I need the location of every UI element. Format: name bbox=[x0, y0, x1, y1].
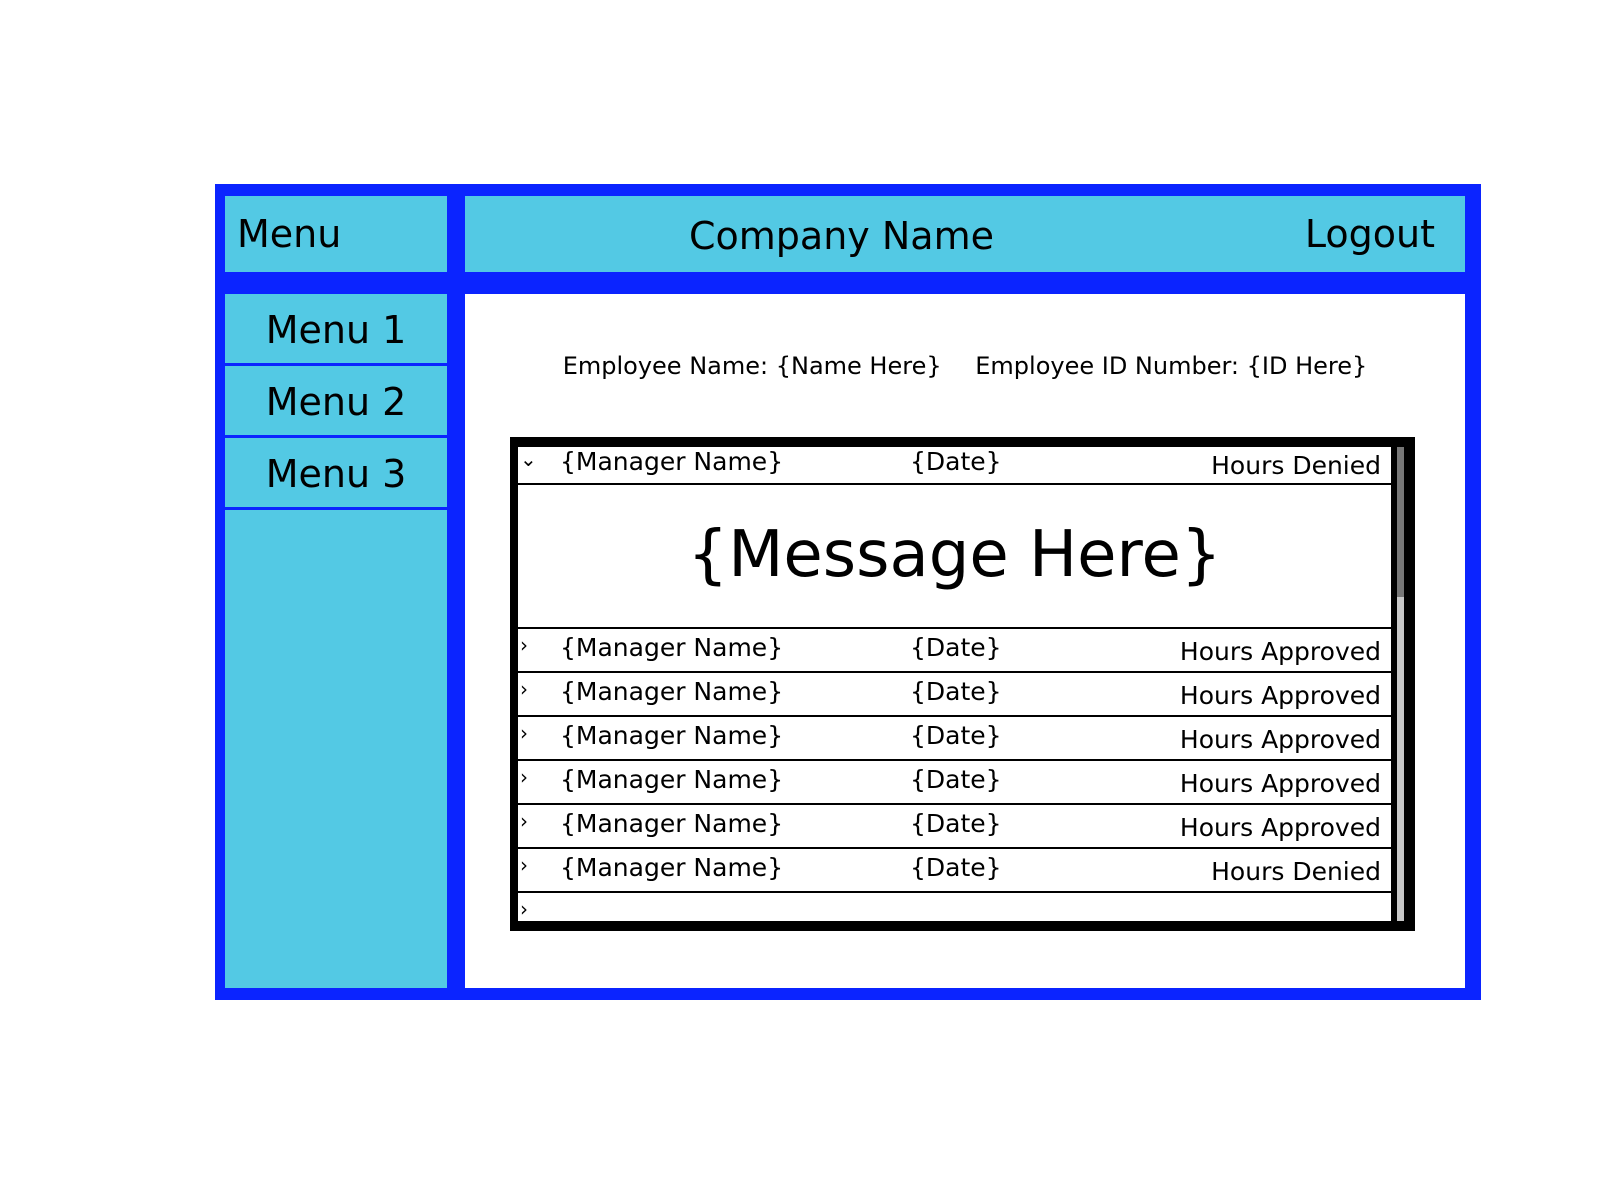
manager-name: {Manager Name} bbox=[560, 721, 784, 750]
chevron-right-icon[interactable]: › bbox=[520, 677, 528, 701]
status-text: Hours Approved bbox=[1179, 769, 1381, 798]
scrollbar[interactable] bbox=[1397, 447, 1404, 921]
manager-name: {Manager Name} bbox=[560, 677, 784, 706]
logout-button[interactable]: Logout bbox=[1305, 196, 1435, 272]
status-text: Hours Approved bbox=[1179, 637, 1381, 666]
employee-info: Employee Name: {Name Here} Employee ID N… bbox=[465, 352, 1465, 380]
list-item[interactable]: ⌄ {Manager Name} {Date} Hours Denied bbox=[518, 447, 1391, 485]
chevron-right-icon[interactable]: › bbox=[520, 853, 528, 877]
app-frame: Menu Menu 1 Menu 2 Menu 3 Company Name L… bbox=[215, 184, 1481, 1000]
main-content: Employee Name: {Name Here} Employee ID N… bbox=[465, 294, 1465, 988]
status-text: Hours Approved bbox=[1179, 681, 1381, 710]
chevron-right-icon[interactable]: › bbox=[520, 897, 528, 921]
scrollbar-thumb[interactable] bbox=[1397, 447, 1404, 597]
employee-name: Employee Name: {Name Here} bbox=[562, 352, 942, 380]
top-bar: Company Name Logout bbox=[465, 196, 1465, 272]
chevron-right-icon[interactable]: › bbox=[520, 633, 528, 657]
chevron-right-icon[interactable]: › bbox=[520, 721, 528, 745]
chevron-right-icon[interactable]: › bbox=[520, 809, 528, 833]
status-text: Hours Denied bbox=[1211, 857, 1381, 886]
request-date: {Date} bbox=[910, 447, 1002, 476]
manager-name: {Manager Name} bbox=[560, 809, 784, 838]
list-item[interactable]: › {Manager Name} {Date} Hours Approved bbox=[518, 673, 1391, 717]
chevron-right-icon[interactable]: › bbox=[520, 765, 528, 789]
list-item[interactable]: › {Manager Name} {Date} Hours Approved bbox=[518, 629, 1391, 673]
request-date: {Date} bbox=[910, 765, 1002, 794]
list-viewport: ⌄ {Manager Name} {Date} Hours Denied {Me… bbox=[518, 447, 1391, 921]
menu-header[interactable]: Menu bbox=[225, 196, 447, 272]
chevron-down-icon[interactable]: ⌄ bbox=[520, 447, 537, 471]
sidebar-item-menu-3[interactable]: Menu 3 bbox=[225, 438, 447, 510]
request-date: {Date} bbox=[910, 853, 1002, 882]
manager-name: {Manager Name} bbox=[560, 853, 784, 882]
status-text: Hours Approved bbox=[1179, 813, 1381, 842]
list-item[interactable]: › {Manager Name} {Date} Hours Approved bbox=[518, 805, 1391, 849]
manager-name: {Manager Name} bbox=[560, 765, 784, 794]
sidebar-item-menu-2[interactable]: Menu 2 bbox=[225, 366, 447, 438]
request-date: {Date} bbox=[910, 677, 1002, 706]
expanded-message: {Message Here} bbox=[518, 485, 1391, 629]
list-item[interactable]: › bbox=[518, 893, 1391, 921]
status-text: Hours Denied bbox=[1211, 451, 1381, 480]
sidebar-item-menu-1[interactable]: Menu 1 bbox=[225, 294, 447, 366]
list-item[interactable]: › {Manager Name} {Date} Hours Approved bbox=[518, 717, 1391, 761]
request-date: {Date} bbox=[910, 721, 1002, 750]
manager-name: {Manager Name} bbox=[560, 633, 784, 662]
manager-name: {Manager Name} bbox=[560, 447, 784, 476]
request-date: {Date} bbox=[910, 633, 1002, 662]
list-item[interactable]: › {Manager Name} {Date} Hours Approved bbox=[518, 761, 1391, 805]
sidebar: Menu 1 Menu 2 Menu 3 bbox=[225, 294, 447, 988]
request-date: {Date} bbox=[910, 809, 1002, 838]
status-text: Hours Approved bbox=[1179, 725, 1381, 754]
hours-request-list: ⌄ {Manager Name} {Date} Hours Denied {Me… bbox=[510, 437, 1415, 931]
employee-id: Employee ID Number: {ID Here} bbox=[975, 352, 1368, 380]
company-name: Company Name bbox=[689, 214, 994, 258]
list-item[interactable]: › {Manager Name} {Date} Hours Denied bbox=[518, 849, 1391, 893]
